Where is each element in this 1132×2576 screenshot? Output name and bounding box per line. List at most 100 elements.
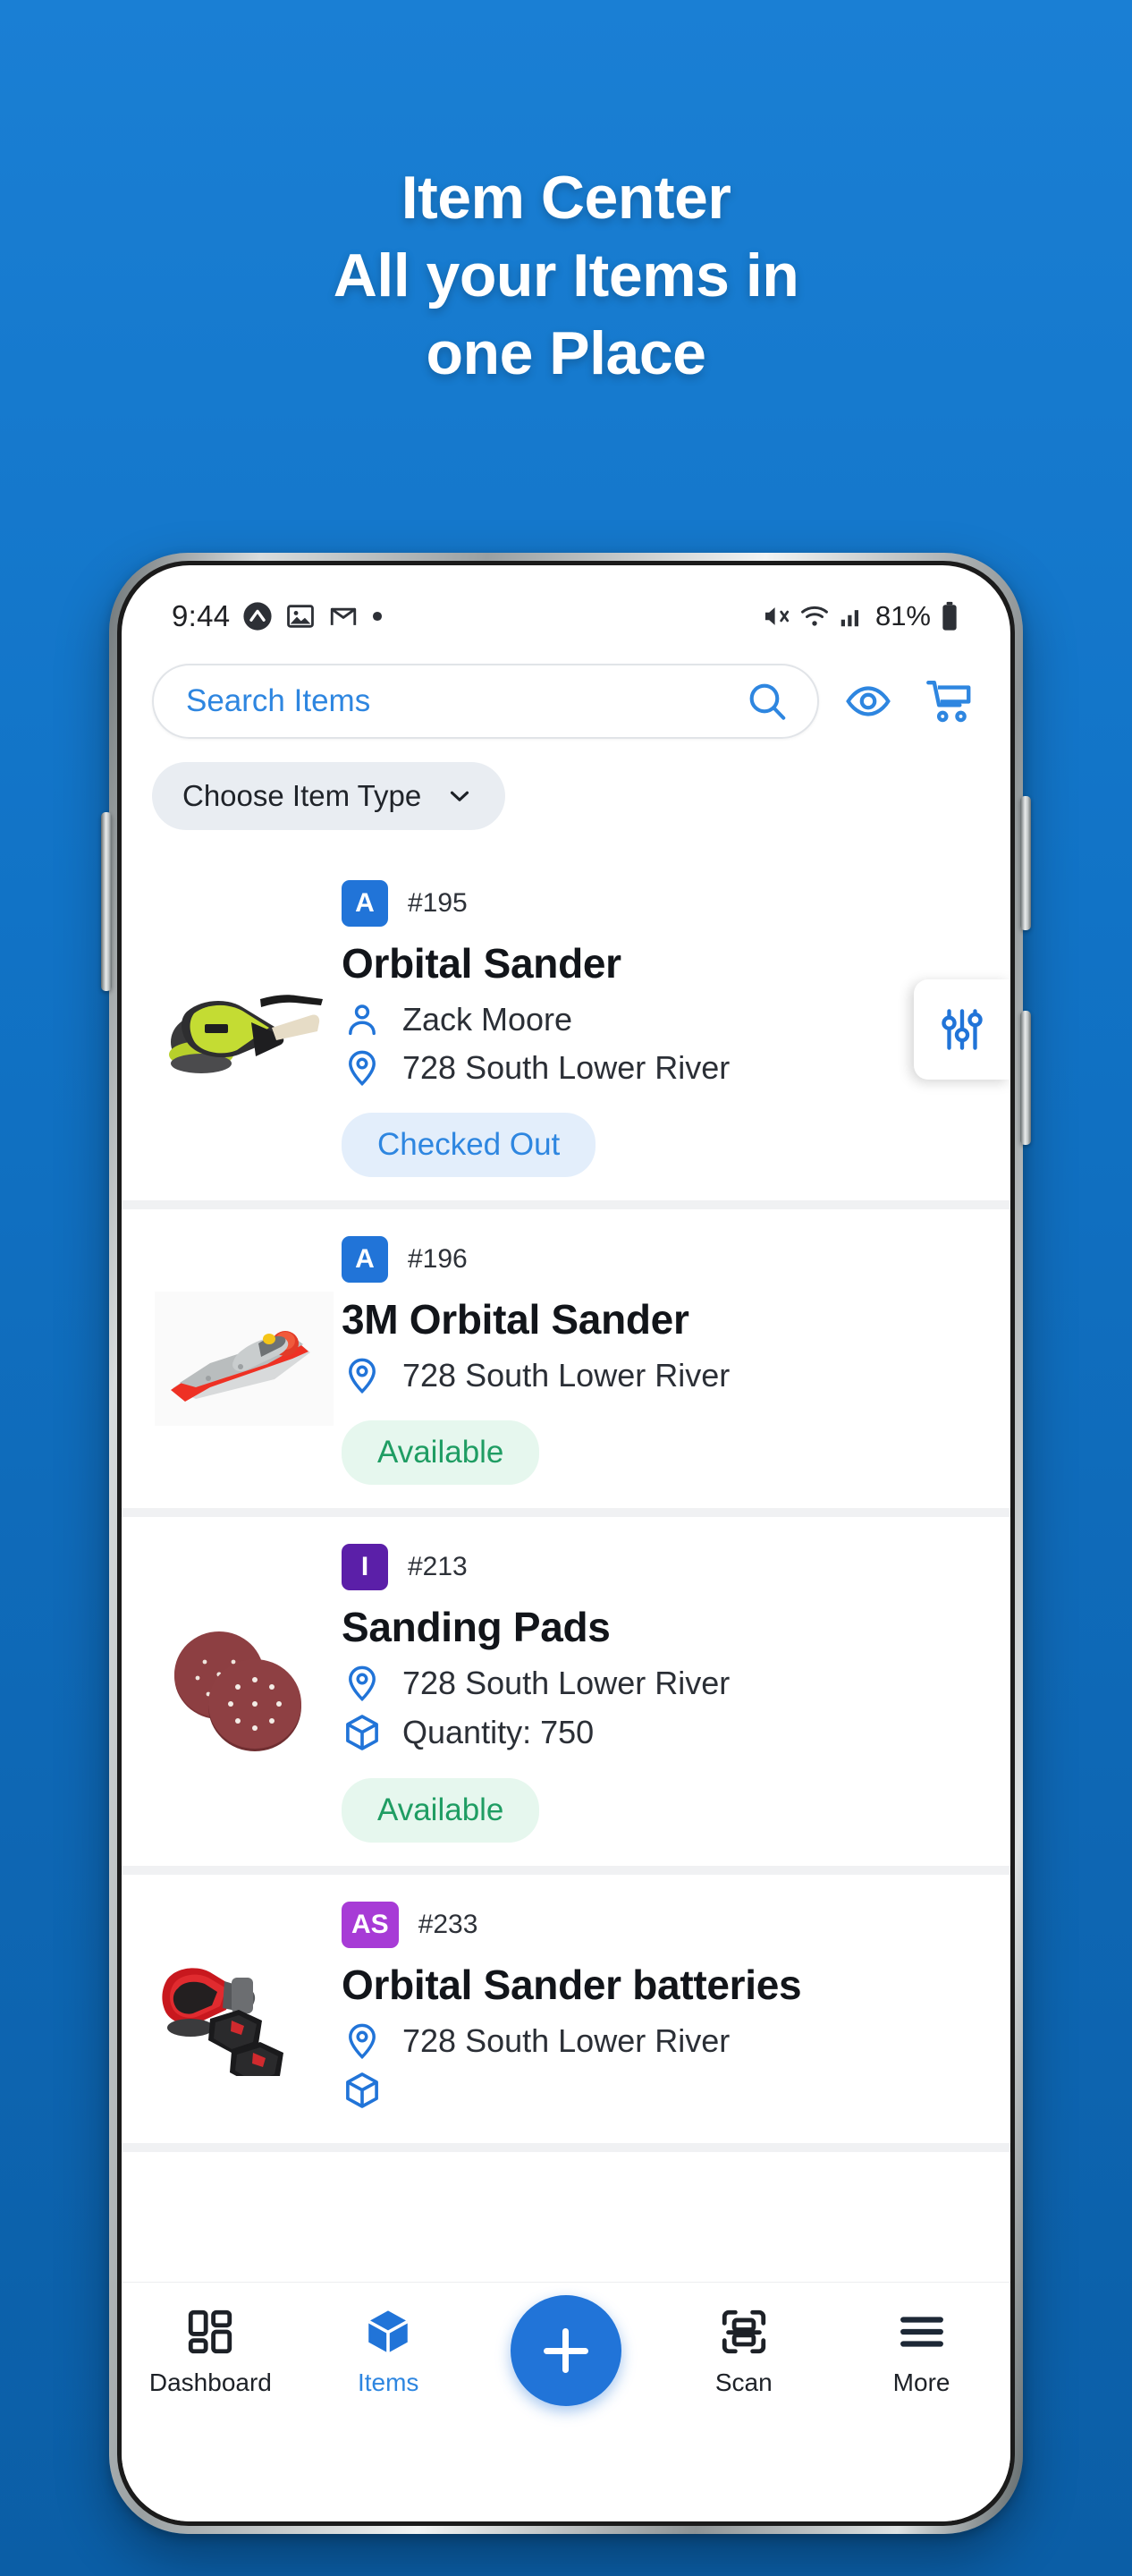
- item-type-badge: A: [342, 880, 388, 927]
- list-item[interactable]: A #195 Orbital Sander Zack Moore 728 Sou…: [122, 853, 1010, 1209]
- nav-label: Dashboard: [148, 2368, 272, 2396]
- item-tag-row: I #213: [342, 1544, 984, 1590]
- status-bar: 9:44 81%: [122, 565, 1010, 648]
- item-title: Orbital Sander batteries: [342, 1962, 802, 2008]
- search-placeholder: Search Items: [186, 683, 371, 718]
- status-badge: Checked Out: [342, 1113, 596, 1177]
- item-tag-row: AS #233: [342, 1902, 984, 1948]
- 3m-orbital-sander-image: [152, 1233, 336, 1485]
- search-input[interactable]: Search Items: [152, 664, 819, 739]
- orbital-sander-batteries-image: [152, 1898, 336, 2120]
- promo-line-3: one Place: [426, 319, 707, 388]
- item-location-row: 728 South Lower River: [342, 1664, 984, 1703]
- box-icon: [342, 2070, 383, 2111]
- item-location: 728 South Lower River: [402, 1357, 731, 1394]
- sliders-icon[interactable]: [914, 979, 1010, 1080]
- location-pin-icon: [342, 1048, 383, 1088]
- status-badge: Available: [342, 1420, 540, 1485]
- location-pin-icon: [342, 1356, 383, 1395]
- status-bar-left: 9:44: [172, 599, 384, 633]
- promo-line-1: Item Center: [401, 164, 731, 232]
- item-id: #196: [408, 1244, 468, 1274]
- search-row: Search Items: [122, 648, 1010, 739]
- item-details: A #196 3M Orbital Sander 728 South Lower…: [342, 1233, 984, 1485]
- item-location: 728 South Lower River: [402, 1049, 731, 1086]
- promo-headline: Item Center All your Items in one Place: [0, 159, 1132, 393]
- item-list[interactable]: A #195 Orbital Sander Zack Moore 728 Sou…: [122, 853, 1010, 2152]
- nav-label: Scan: [714, 2368, 773, 2396]
- search-icon[interactable]: [744, 678, 790, 724]
- item-details: AS #233 Orbital Sander batteries 728 Sou…: [342, 1898, 984, 2120]
- item-quantity-row: Quantity: 750: [342, 1712, 984, 1753]
- list-item[interactable]: I #213 Sanding Pads 728 South Lower Rive…: [122, 1517, 1010, 1875]
- nav-dashboard[interactable]: Dashboard: [134, 2306, 286, 2397]
- status-bar-right: 81%: [761, 600, 960, 632]
- gmail-icon: [328, 601, 359, 631]
- item-tag-row: A #195: [342, 880, 984, 927]
- eye-icon[interactable]: [837, 670, 900, 733]
- phone-bezel: 9:44 81% Search Items Choose Item Type A…: [117, 561, 1015, 2526]
- add-button[interactable]: [510, 2295, 621, 2406]
- item-location-row: 728 South Lower River: [342, 1048, 984, 1088]
- promo-line-2: All your Items in: [333, 242, 799, 310]
- item-type-badge: AS: [342, 1902, 399, 1948]
- item-type-badge: A: [342, 1236, 388, 1283]
- item-location-row: 728 South Lower River: [342, 1356, 984, 1395]
- item-title: 3M Orbital Sander: [342, 1296, 689, 1343]
- status-time: 9:44: [172, 599, 231, 632]
- signal-icon: [838, 603, 865, 630]
- hamburger-icon: [896, 2306, 948, 2358]
- side-button[interactable]: [1020, 1011, 1031, 1145]
- power-button[interactable]: [1020, 796, 1031, 930]
- cart-icon[interactable]: [917, 670, 980, 733]
- volume-button[interactable]: [101, 812, 112, 991]
- item-title: Sanding Pads: [342, 1604, 611, 1650]
- nav-more[interactable]: More: [846, 2306, 998, 2397]
- item-type-label: Choose Item Type: [182, 779, 422, 812]
- photos-icon: [285, 601, 316, 631]
- box-icon: [342, 1712, 383, 1753]
- phone-screen: 9:44 81% Search Items Choose Item Type A…: [122, 565, 1010, 2521]
- item-details: I #213 Sanding Pads 728 South Lower Rive…: [342, 1540, 984, 1843]
- item-quantity-row: [342, 2070, 984, 2111]
- add-button-wrap: [490, 2295, 642, 2406]
- item-tag-row: A #196: [342, 1236, 984, 1283]
- item-assignee: Zack Moore: [402, 1001, 573, 1038]
- dashboard-icon: [184, 2306, 236, 2358]
- item-id: #233: [418, 1910, 478, 1939]
- nova-launcher-icon: [242, 601, 273, 631]
- list-item[interactable]: AS #233 Orbital Sander batteries 728 Sou…: [122, 1875, 1010, 2152]
- scan-icon: [718, 2306, 770, 2358]
- item-id: #213: [408, 1552, 468, 1581]
- bottom-navigation: Dashboard Items Scan More: [122, 2282, 1010, 2521]
- battery-icon: [939, 601, 960, 631]
- mute-icon: [761, 601, 791, 631]
- nav-scan[interactable]: Scan: [668, 2306, 820, 2397]
- person-icon: [342, 1000, 383, 1039]
- sanding-pads-image: [152, 1540, 336, 1843]
- item-location: 728 South Lower River: [402, 1665, 731, 1701]
- status-badge: Available: [342, 1778, 540, 1843]
- location-pin-icon: [342, 2021, 383, 2061]
- item-type-badge: I: [342, 1544, 388, 1590]
- filter-row: Choose Item Type: [122, 739, 1010, 853]
- location-pin-icon: [342, 1664, 383, 1703]
- box-icon: [362, 2306, 414, 2358]
- dot-icon: [371, 610, 384, 623]
- item-id: #195: [408, 888, 468, 918]
- item-location-row: 728 South Lower River: [342, 2021, 984, 2061]
- item-details: A #195 Orbital Sander Zack Moore 728 Sou…: [342, 877, 984, 1177]
- nav-label: More: [892, 2368, 950, 2396]
- wifi-icon: [799, 601, 830, 631]
- item-location: 728 South Lower River: [402, 2022, 731, 2059]
- item-title: Orbital Sander: [342, 940, 621, 987]
- chevron-down-icon: [444, 781, 475, 811]
- item-quantity: Quantity: 750: [402, 1714, 595, 1750]
- phone-mockup: 9:44 81% Search Items Choose Item Type A…: [101, 553, 1031, 2534]
- orbital-sander-image: [152, 877, 336, 1177]
- nav-items[interactable]: Items: [312, 2306, 464, 2397]
- item-type-dropdown[interactable]: Choose Item Type: [152, 762, 506, 830]
- item-assignee-row: Zack Moore: [342, 1000, 984, 1039]
- battery-percent: 81%: [874, 600, 931, 631]
- list-item[interactable]: A #196 3M Orbital Sander 728 South Lower…: [122, 1209, 1010, 1517]
